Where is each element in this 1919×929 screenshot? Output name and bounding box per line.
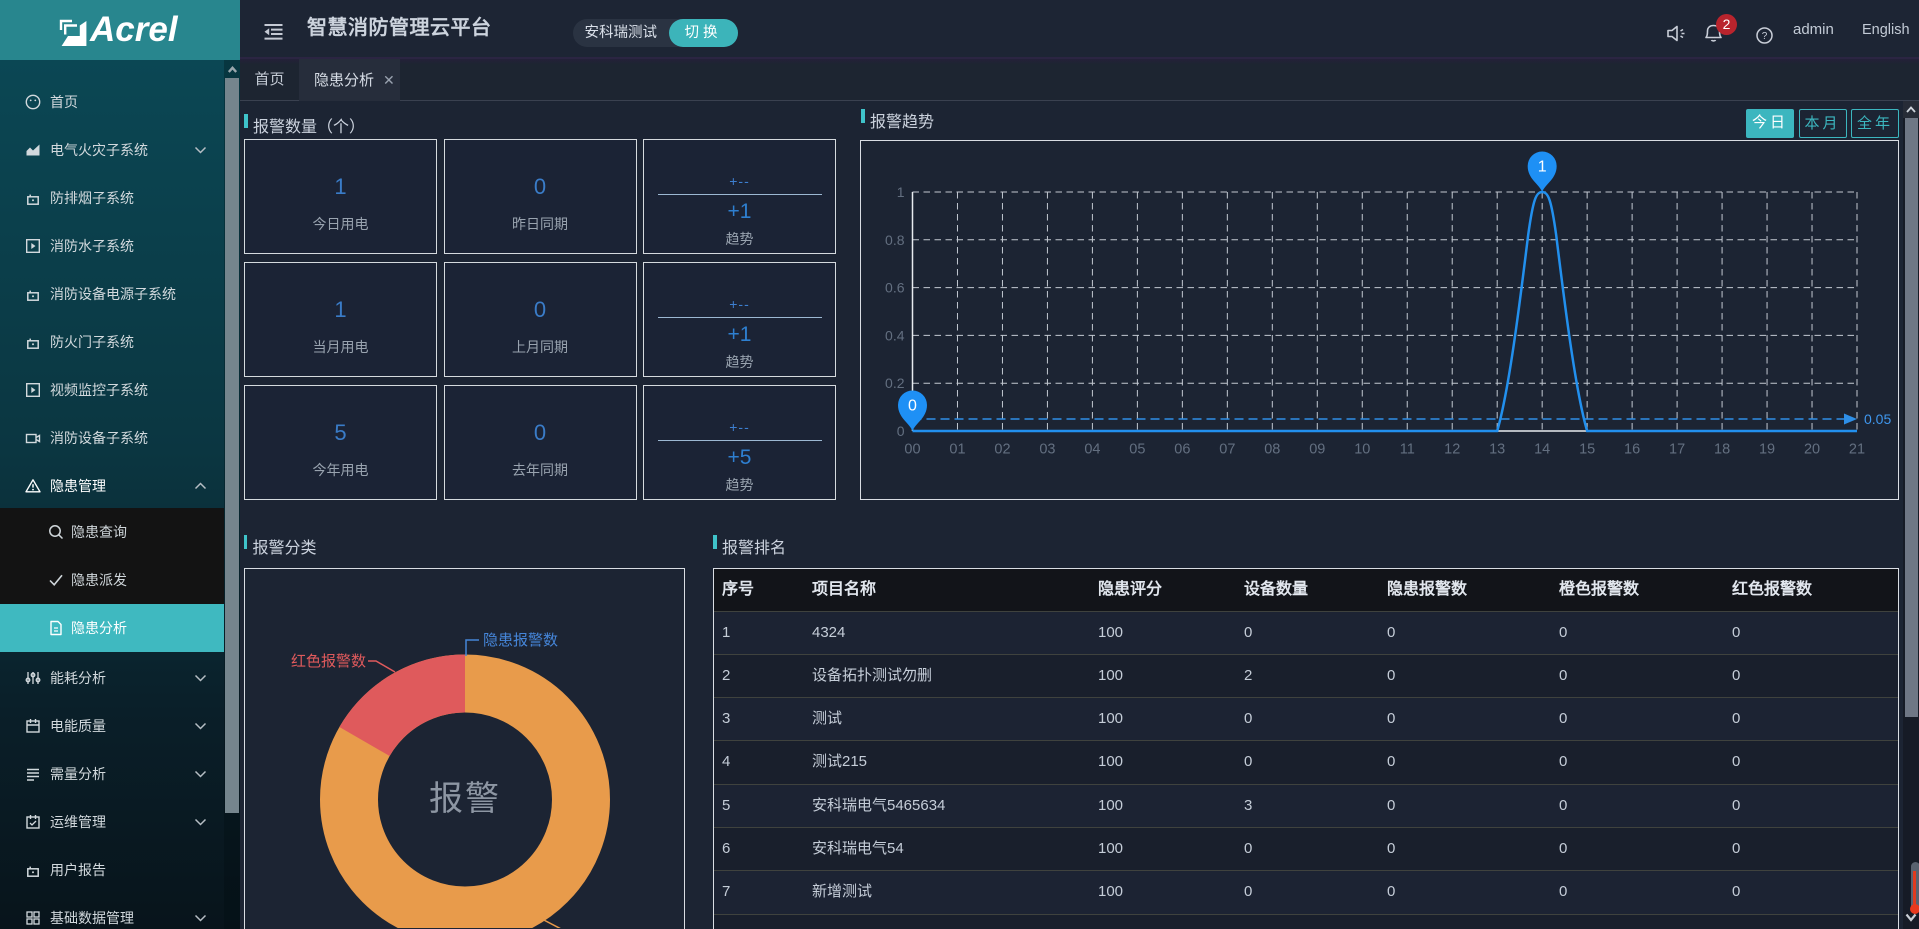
svg-text:05: 05: [1129, 442, 1145, 458]
svg-text:红色报警数: 红色报警数: [290, 653, 365, 670]
svg-text:0.6: 0.6: [885, 280, 905, 296]
svg-text:0: 0: [908, 398, 917, 415]
svg-text:04: 04: [1084, 442, 1100, 458]
svg-text:16: 16: [1624, 442, 1640, 458]
svg-text:09: 09: [1309, 442, 1325, 458]
svg-text:17: 17: [1669, 442, 1685, 458]
svg-text:18: 18: [1714, 442, 1730, 458]
svg-text:0: 0: [897, 423, 905, 439]
svg-text:01: 01: [949, 442, 965, 458]
svg-text:0.2: 0.2: [885, 375, 905, 391]
svg-text:1: 1: [1538, 159, 1547, 176]
svg-text:12: 12: [1444, 442, 1460, 458]
svg-text:07: 07: [1219, 442, 1235, 458]
svg-text:06: 06: [1174, 442, 1190, 458]
svg-text:1: 1: [897, 184, 905, 200]
svg-text:14: 14: [1534, 442, 1550, 458]
svg-text:15: 15: [1579, 442, 1595, 458]
svg-text:08: 08: [1264, 442, 1280, 458]
svg-text:20: 20: [1804, 442, 1820, 458]
svg-text:03: 03: [1039, 442, 1055, 458]
svg-text:13: 13: [1489, 442, 1505, 458]
svg-text:?: ?: [1762, 31, 1768, 42]
svg-text:02: 02: [994, 442, 1010, 458]
svg-text:0.8: 0.8: [885, 232, 905, 248]
svg-text:21: 21: [1849, 442, 1865, 458]
svg-text:报警: 报警: [429, 780, 501, 818]
svg-text:0.05: 0.05: [1864, 411, 1891, 427]
svg-text:0.4: 0.4: [885, 327, 905, 343]
svg-text:19: 19: [1759, 442, 1775, 458]
svg-text:00: 00: [904, 442, 920, 458]
svg-text:10: 10: [1354, 442, 1370, 458]
svg-text:11: 11: [1400, 442, 1415, 458]
svg-text:隐患报警数: 隐患报警数: [483, 632, 558, 649]
